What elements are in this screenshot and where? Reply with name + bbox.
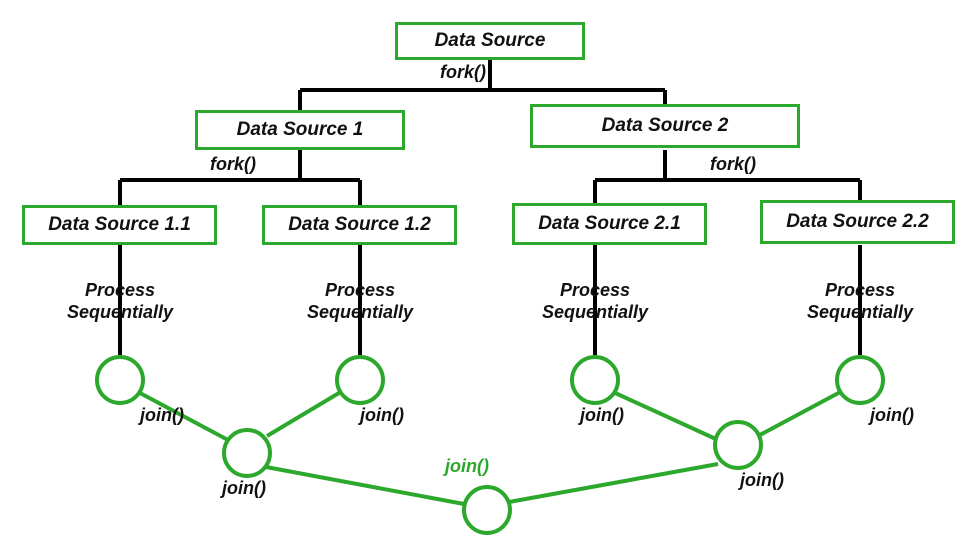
node-level1-right-label: Data Source 2 xyxy=(602,115,729,137)
process-12-label: Process Sequentially xyxy=(295,280,425,323)
node-leaf-21: Data Source 2.1 xyxy=(512,203,707,245)
node-leaf-12-label: Data Source 1.2 xyxy=(288,214,431,236)
result-circle-12 xyxy=(335,355,385,405)
node-leaf-22-label: Data Source 2.2 xyxy=(786,211,929,233)
result-circle-22 xyxy=(835,355,885,405)
node-root: Data Source xyxy=(395,22,585,60)
node-root-label: Data Source xyxy=(435,30,546,52)
process-11-label: Process Sequentially xyxy=(55,280,185,323)
join-mid-left-label: join() xyxy=(222,478,266,499)
fork-join-diagram: Data Source fork() Data Source 1 Data So… xyxy=(0,0,977,543)
fork-right-label: fork() xyxy=(710,154,756,175)
process-22-label: Process Sequentially xyxy=(795,280,925,323)
result-circle-center xyxy=(462,485,512,535)
result-circle-mid-left xyxy=(222,428,272,478)
process-21-label: Process Sequentially xyxy=(530,280,660,323)
node-level1-left-label: Data Source 1 xyxy=(237,119,364,141)
join-11-label: join() xyxy=(140,405,184,426)
result-circle-11 xyxy=(95,355,145,405)
node-leaf-11: Data Source 1.1 xyxy=(22,205,217,245)
join-mid-right-label: join() xyxy=(740,470,784,491)
node-leaf-21-label: Data Source 2.1 xyxy=(538,213,681,235)
node-leaf-12: Data Source 1.2 xyxy=(262,205,457,245)
join-21-label: join() xyxy=(580,405,624,426)
node-level1-right: Data Source 2 xyxy=(530,104,800,148)
join-22-label: join() xyxy=(870,405,914,426)
node-level1-left: Data Source 1 xyxy=(195,110,405,150)
join-center-label: join() xyxy=(445,456,489,477)
result-circle-21 xyxy=(570,355,620,405)
fork-root-label: fork() xyxy=(440,62,486,83)
node-leaf-11-label: Data Source 1.1 xyxy=(48,214,191,236)
fork-left-label: fork() xyxy=(210,154,256,175)
join-12-label: join() xyxy=(360,405,404,426)
node-leaf-22: Data Source 2.2 xyxy=(760,200,955,244)
result-circle-mid-right xyxy=(713,420,763,470)
